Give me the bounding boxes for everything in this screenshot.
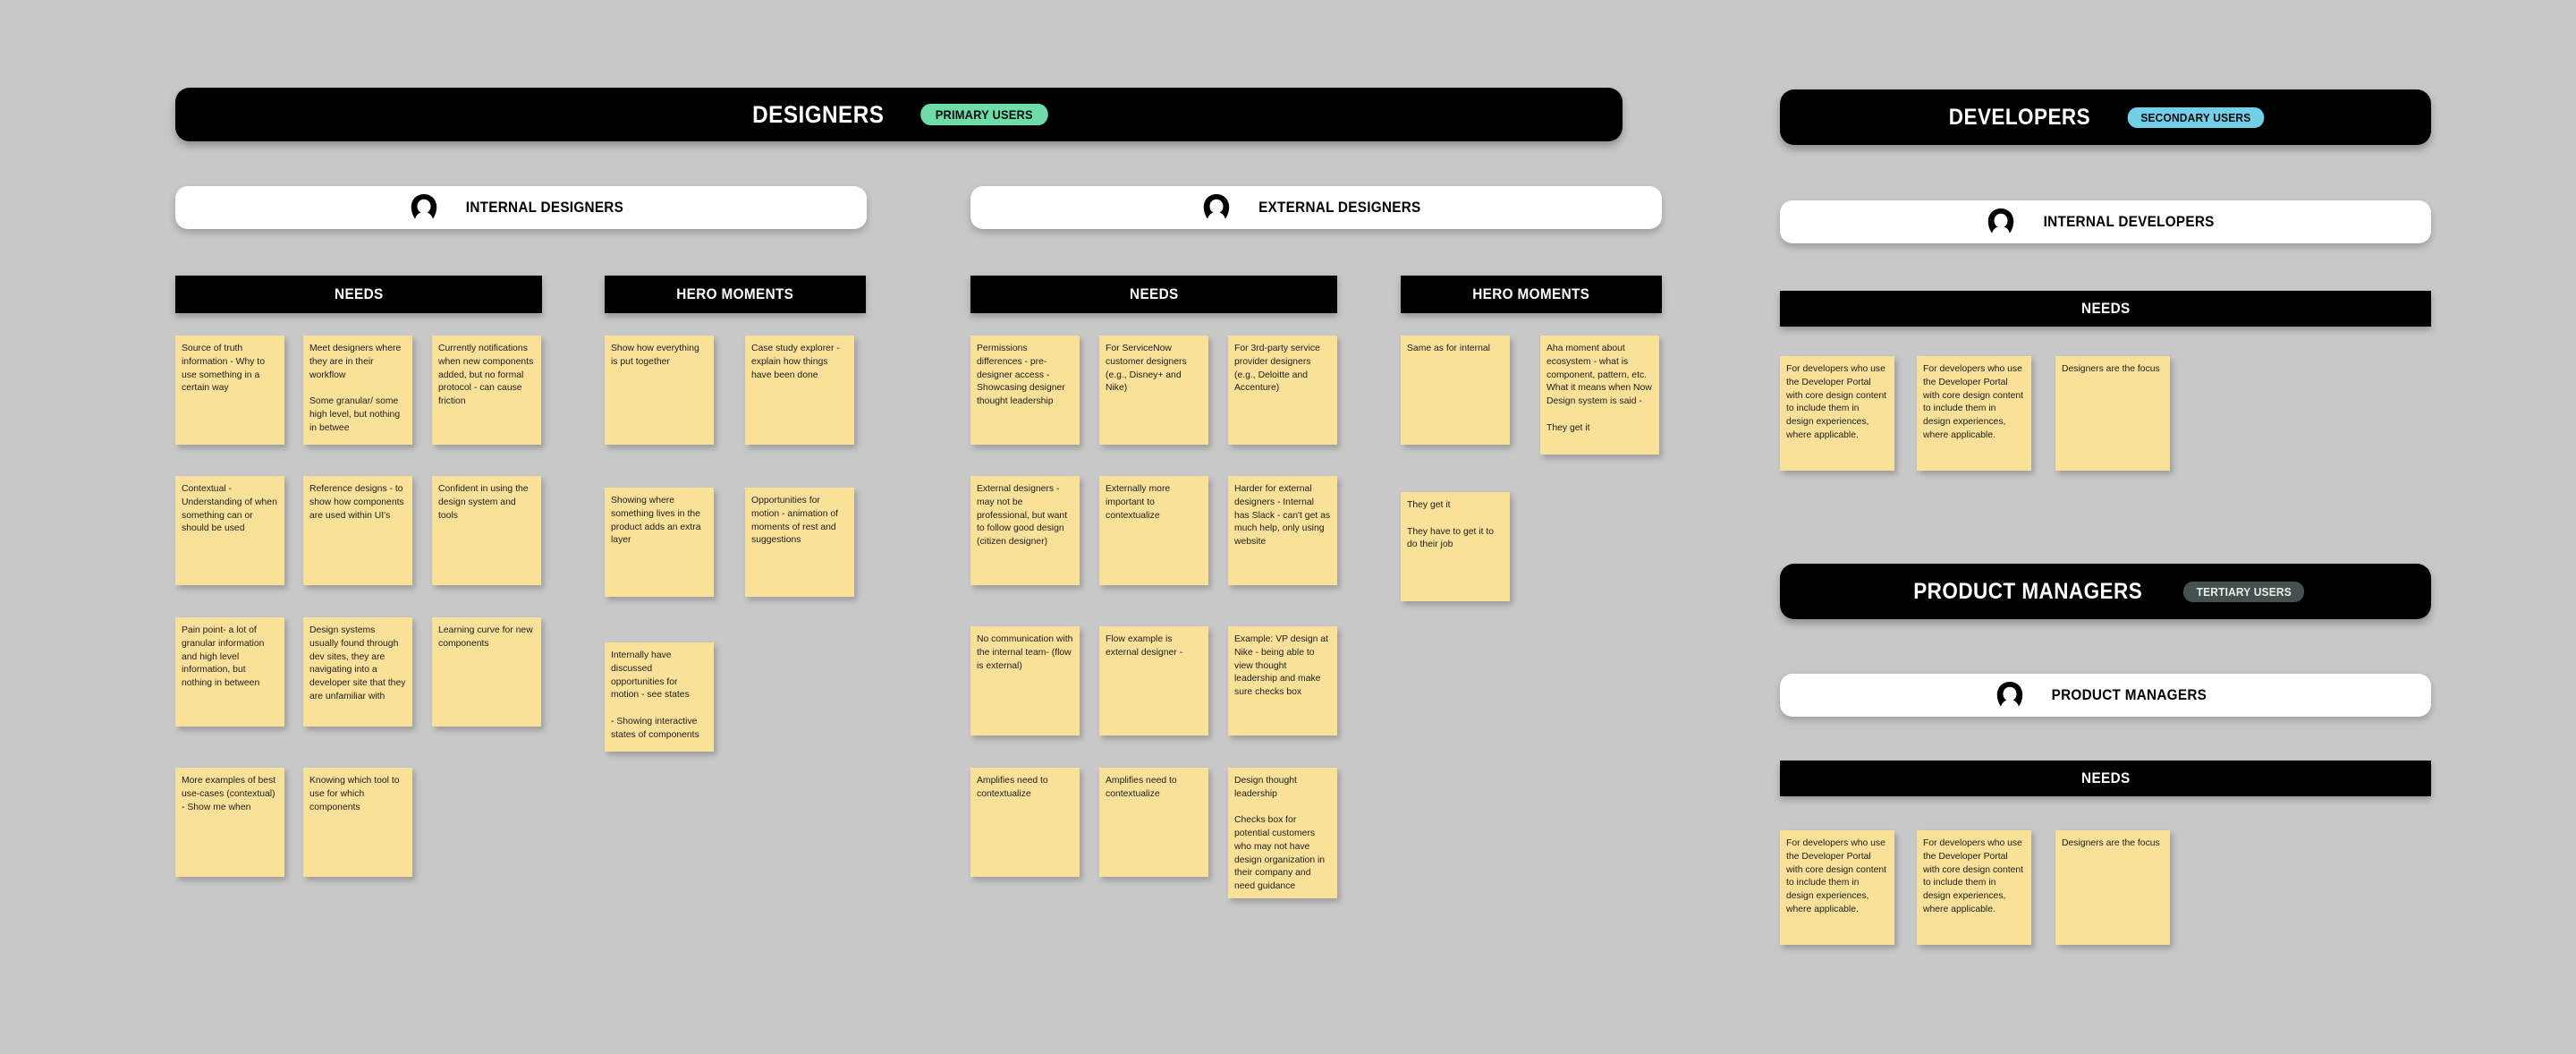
sticky-note[interactable]: For developers who use the Developer Por… <box>1917 830 2031 945</box>
sticky-note[interactable]: Internally have discussed opportunities … <box>605 642 714 752</box>
sticky-note[interactable]: Design systems usually found through dev… <box>303 617 412 727</box>
sticky-note[interactable]: Aha moment about ecosystem - what is com… <box>1540 336 1659 455</box>
persona-label-internal-developers: INTERNAL DEVELOPERS <box>2043 213 2215 230</box>
sticky-note[interactable]: For 3rd-party service provider designers… <box>1228 336 1337 445</box>
column-header-label: HERO MOMENTS <box>676 285 794 302</box>
group-banner-product-managers[interactable]: PRODUCT MANAGERS TERTIARY USERS <box>1780 564 2431 619</box>
persona-label-internal-designers: INTERNAL DESIGNERS <box>465 199 623 216</box>
column-header-external-designers-needs: NEEDS <box>970 276 1337 313</box>
sticky-note[interactable]: They get it They have to get it to do th… <box>1401 492 1510 601</box>
sticky-note[interactable]: For ServiceNow customer designers (e.g.,… <box>1099 336 1208 445</box>
sticky-note[interactable]: Flow example is external designer - <box>1099 626 1208 735</box>
column-header-internal-designers-hero-moments: HERO MOMENTS <box>605 276 866 313</box>
group-banner-developers[interactable]: DEVELOPERS SECONDARY USERS <box>1780 89 2431 145</box>
group-title-developers: DEVELOPERS <box>1948 104 2091 130</box>
sticky-note[interactable]: For developers who use the Developer Por… <box>1780 830 1894 945</box>
sticky-note[interactable]: Amplifies need to contextualize <box>970 768 1080 877</box>
sticky-note[interactable]: Pain point- a lot of granular informatio… <box>175 617 284 727</box>
sticky-note[interactable]: For developers who use the Developer Por… <box>1917 356 2031 471</box>
column-header-label: NEEDS <box>334 285 384 302</box>
column-header-internal-developers-needs: NEEDS <box>1780 291 2431 327</box>
persona-board: DESIGNERS PRIMARY USERS INTERNAL DESIGNE… <box>0 0 2576 1054</box>
sticky-note[interactable]: More examples of best use-cases (context… <box>175 768 284 877</box>
sticky-note[interactable]: External designers - may not be professi… <box>970 476 1080 585</box>
persona-label-external-designers: EXTERNAL DESIGNERS <box>1258 199 1421 216</box>
persona-bar-internal-designers[interactable]: INTERNAL DESIGNERS <box>175 186 867 229</box>
column-header-external-designers-hero-moments: HERO MOMENTS <box>1401 276 1662 313</box>
sticky-note[interactable]: Amplifies need to contextualize <box>1099 768 1208 877</box>
group-title-product-managers: PRODUCT MANAGERS <box>1913 578 2143 604</box>
persona-bar-product-managers[interactable]: PRODUCT MANAGERS <box>1780 674 2431 717</box>
sticky-note[interactable]: Designers are the focus <box>2055 356 2170 471</box>
sticky-note[interactable]: Source of truth information - Why to use… <box>175 336 284 445</box>
group-badge-secondary-users: SECONDARY USERS <box>2127 106 2265 128</box>
sticky-note[interactable]: Reference designs - to show how componen… <box>303 476 412 585</box>
sticky-note[interactable]: Showing where something lives in the pro… <box>605 488 714 597</box>
sticky-note[interactable]: Learning curve for new components <box>432 617 541 727</box>
sticky-note[interactable]: Externally more important to contextuali… <box>1099 476 1208 585</box>
sticky-note[interactable]: No communication with the internal team-… <box>970 626 1080 735</box>
group-badge-primary-users: PRIMARY USERS <box>919 104 1047 125</box>
column-header-label: NEEDS <box>2080 769 2131 786</box>
sticky-note[interactable]: Example: VP design at Nike - being able … <box>1228 626 1337 735</box>
sticky-note[interactable]: Opportunities for motion - animation of … <box>745 488 854 597</box>
group-title-designers: DESIGNERS <box>752 100 885 128</box>
person-avatar-icon <box>411 194 436 219</box>
sticky-note[interactable]: Case study explorer - explain how things… <box>745 336 854 445</box>
sticky-note[interactable]: Show how everything is put together <box>605 336 714 445</box>
sticky-note[interactable]: Currently notifications when new compone… <box>432 336 541 445</box>
sticky-note[interactable]: Designers are the focus <box>2055 830 2170 945</box>
column-header-product-managers-needs: NEEDS <box>1780 761 2431 796</box>
sticky-note[interactable]: Knowing which tool to use for which comp… <box>303 768 412 877</box>
sticky-note[interactable]: Design thought leadership Checks box for… <box>1228 768 1337 898</box>
sticky-note[interactable]: Harder for external designers - Internal… <box>1228 476 1337 585</box>
column-header-label: HERO MOMENTS <box>1472 285 1590 302</box>
sticky-note[interactable]: Meet designers where they are in their w… <box>303 336 412 445</box>
person-avatar-icon <box>1203 194 1229 219</box>
group-badge-tertiary-users: TERTIARY USERS <box>2183 581 2306 602</box>
persona-bar-internal-developers[interactable]: INTERNAL DEVELOPERS <box>1780 200 2431 243</box>
sticky-note[interactable]: Confident in using the design system and… <box>432 476 541 585</box>
persona-bar-external-designers[interactable]: EXTERNAL DESIGNERS <box>970 186 1662 229</box>
group-banner-designers[interactable]: DESIGNERS PRIMARY USERS <box>175 88 1623 141</box>
person-avatar-icon <box>1987 208 2014 234</box>
sticky-note[interactable]: Contextual - Understanding of when somet… <box>175 476 284 585</box>
column-header-internal-designers-needs: NEEDS <box>175 276 542 313</box>
sticky-note[interactable]: For developers who use the Developer Por… <box>1780 356 1894 471</box>
column-header-label: NEEDS <box>2080 300 2131 317</box>
sticky-note[interactable]: Permissions differences - pre-designer a… <box>970 336 1080 445</box>
persona-label-product-managers: PRODUCT MANAGERS <box>2051 686 2207 703</box>
person-avatar-icon <box>1996 682 2022 707</box>
sticky-note[interactable]: Same as for internal <box>1401 336 1510 445</box>
column-header-label: NEEDS <box>1129 285 1179 302</box>
